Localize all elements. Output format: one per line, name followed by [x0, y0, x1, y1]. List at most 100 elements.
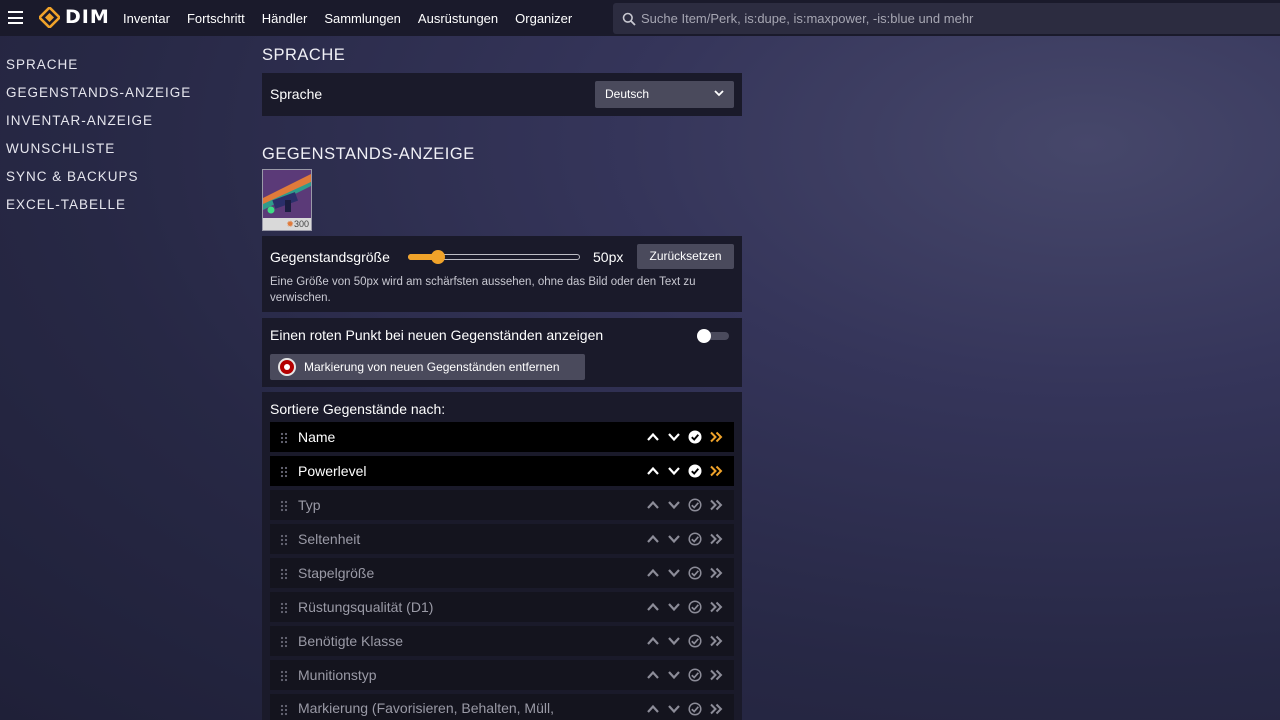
chevron-down-icon[interactable]: [667, 634, 681, 648]
sort-row-label: Powerlevel: [298, 463, 367, 479]
light-icon: ✹: [286, 219, 294, 229]
double-chevron-right-icon[interactable]: [709, 702, 723, 716]
sort-row-label: Munitionstyp: [298, 667, 377, 683]
check-circle-icon[interactable]: [688, 634, 702, 648]
slider-thumb[interactable]: [431, 250, 445, 264]
nav-ausruestungen[interactable]: Ausrüstungen: [418, 11, 498, 26]
settings-sidebar: SPRACHE GEGENSTANDS-ANZEIGE INVENTAR-ANZ…: [6, 55, 191, 223]
check-circle-icon[interactable]: [688, 498, 702, 512]
drag-handle-icon[interactable]: [280, 636, 288, 648]
nav-inventar[interactable]: Inventar: [123, 11, 170, 26]
section-title-gegenstands-anzeige: GEGENSTANDS-ANZEIGE: [262, 145, 475, 163]
nav-haendler[interactable]: Händler: [262, 11, 308, 26]
sort-row[interactable]: Powerlevel: [270, 456, 734, 486]
sidebar-item-sprache[interactable]: SPRACHE: [6, 55, 191, 83]
sort-panel: Sortiere Gegenstände nach: Name Powerleve…: [262, 392, 742, 720]
check-circle-icon[interactable]: [688, 566, 702, 580]
clear-new-items-button[interactable]: Markierung von neuen Gegenständen entfer…: [270, 354, 585, 380]
drag-handle-icon[interactable]: [280, 534, 288, 546]
nav-organizer[interactable]: Organizer: [515, 11, 572, 26]
new-item-dot-icon: [278, 358, 296, 376]
sort-row[interactable]: Typ: [270, 490, 734, 520]
check-circle-icon[interactable]: [688, 532, 702, 546]
item-size-value: 50px: [593, 249, 624, 265]
sort-row-label: Name: [298, 429, 336, 445]
double-chevron-right-icon[interactable]: [709, 634, 723, 648]
sort-row[interactable]: Seltenheit: [270, 524, 734, 554]
chevron-up-icon[interactable]: [646, 668, 660, 682]
nav-fortschritt[interactable]: Fortschritt: [187, 11, 245, 26]
sidebar-item-inventar-anzeige[interactable]: INVENTAR-ANZEIGE: [6, 111, 191, 139]
language-select-value: Deutsch: [605, 87, 650, 101]
sort-row-label: Benötigte Klasse: [298, 633, 404, 649]
chevron-down-icon[interactable]: [667, 600, 681, 614]
chevron-down-icon[interactable]: [667, 566, 681, 580]
chevron-down-icon[interactable]: [667, 702, 681, 716]
check-circle-icon[interactable]: [688, 668, 702, 682]
drag-handle-icon[interactable]: [280, 704, 288, 716]
sort-row[interactable]: Markierung (Favorisieren, Behalten, Müll…: [270, 694, 734, 720]
item-preview-tile[interactable]: ✹300: [262, 169, 312, 231]
chevron-up-icon[interactable]: [646, 532, 660, 546]
chevron-up-icon[interactable]: [646, 430, 660, 444]
sort-row[interactable]: Rüstungsqualität (D1): [270, 592, 734, 622]
section-title-sprache: SPRACHE: [262, 46, 346, 64]
sort-row-label: Rüstungsqualität (D1): [298, 599, 434, 615]
double-chevron-right-icon[interactable]: [709, 532, 723, 546]
language-label: Sprache: [270, 86, 323, 102]
double-chevron-right-icon[interactable]: [709, 668, 723, 682]
double-chevron-right-icon[interactable]: [709, 464, 723, 478]
chevron-down-icon: [714, 90, 724, 97]
dim-logo[interactable]: DIM: [39, 7, 110, 28]
settings-main: SPRACHE Sprache Deutsch GEGENSTANDS-ANZE…: [262, 46, 742, 720]
check-circle-icon[interactable]: [688, 600, 702, 614]
double-chevron-right-icon[interactable]: [709, 430, 723, 444]
chevron-up-icon[interactable]: [646, 566, 660, 580]
sort-row[interactable]: Munitionstyp: [270, 660, 734, 690]
double-chevron-right-icon[interactable]: [709, 498, 723, 512]
sidebar-item-wunschliste[interactable]: WUNSCHLISTE: [6, 139, 191, 167]
language-select[interactable]: Deutsch: [595, 81, 734, 108]
nav-sammlungen[interactable]: Sammlungen: [324, 11, 401, 26]
sort-row[interactable]: Name: [270, 422, 734, 452]
menu-icon[interactable]: [8, 11, 23, 24]
search-input[interactable]: [641, 11, 1241, 26]
red-dot-label: Einen roten Punkt bei neuen Gegenständen…: [270, 327, 604, 343]
drag-handle-icon[interactable]: [280, 602, 288, 614]
item-power-label: ✹300: [263, 218, 311, 230]
double-chevron-right-icon[interactable]: [709, 566, 723, 580]
check-circle-icon[interactable]: [688, 464, 702, 478]
chevron-up-icon[interactable]: [646, 702, 660, 716]
drag-handle-icon[interactable]: [280, 568, 288, 580]
check-circle-icon[interactable]: [688, 702, 702, 716]
sort-label: Sortiere Gegenstände nach:: [270, 401, 446, 417]
chevron-down-icon[interactable]: [667, 464, 681, 478]
chevron-up-icon[interactable]: [646, 634, 660, 648]
drag-handle-icon[interactable]: [280, 670, 288, 682]
sidebar-item-sync-backups[interactable]: SYNC & BACKUPS: [6, 167, 191, 195]
drag-handle-icon[interactable]: [280, 500, 288, 512]
drag-handle-icon[interactable]: [280, 466, 288, 478]
sort-row[interactable]: Stapelgröße: [270, 558, 734, 588]
chevron-up-icon[interactable]: [646, 498, 660, 512]
item-size-slider[interactable]: [408, 250, 580, 264]
reset-size-button[interactable]: Zurücksetzen: [637, 244, 734, 269]
red-dot-panel: Einen roten Punkt bei neuen Gegenständen…: [262, 318, 742, 387]
chevron-down-icon[interactable]: [667, 430, 681, 444]
toggle-knob: [697, 329, 711, 343]
red-dot-toggle[interactable]: [697, 329, 729, 343]
search-bar: [613, 3, 1280, 34]
chevron-up-icon[interactable]: [646, 464, 660, 478]
clear-new-items-label: Markierung von neuen Gegenständen entfer…: [304, 360, 560, 374]
top-header: DIM Inventar Fortschritt Händler Sammlun…: [0, 0, 1280, 36]
sidebar-item-gegenstands-anzeige[interactable]: GEGENSTANDS-ANZEIGE: [6, 83, 191, 111]
sidebar-item-excel-tabelle[interactable]: EXCEL-TABELLE: [6, 195, 191, 223]
double-chevron-right-icon[interactable]: [709, 600, 723, 614]
chevron-down-icon[interactable]: [667, 532, 681, 546]
chevron-down-icon[interactable]: [667, 668, 681, 682]
check-circle-icon[interactable]: [688, 430, 702, 444]
chevron-down-icon[interactable]: [667, 498, 681, 512]
chevron-up-icon[interactable]: [646, 600, 660, 614]
sort-row[interactable]: Benötigte Klasse: [270, 626, 734, 656]
drag-handle-icon[interactable]: [280, 432, 288, 444]
